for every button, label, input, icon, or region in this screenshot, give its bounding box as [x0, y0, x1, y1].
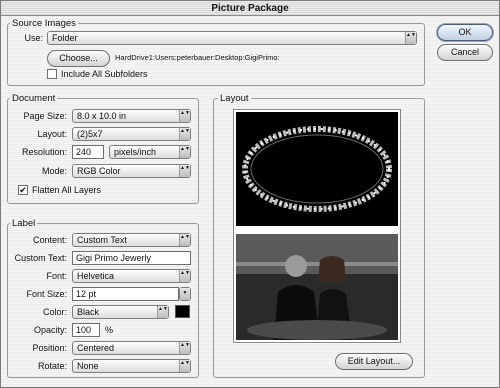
font-popup[interactable]: Helvetica ▲▼ [72, 269, 191, 283]
use-value: Folder [52, 33, 78, 43]
source-images-title: Source Images [10, 18, 78, 29]
rotate-label: Rotate: [37, 361, 67, 371]
flatten-layers-checkbox[interactable]: ✔ [18, 185, 28, 195]
rotate-popup[interactable]: None ▲▼ [72, 359, 191, 373]
position-popup[interactable]: Centered ▲▼ [72, 341, 191, 355]
position-label: Position: [32, 343, 67, 353]
popup-arrows-icon: ▲▼ [157, 306, 168, 318]
mode-value: RGB Color [77, 166, 121, 176]
content-value: Custom Text [77, 235, 127, 245]
font-label: Font: [46, 271, 67, 281]
opacity-unit: % [105, 325, 114, 335]
couple-photo [236, 234, 398, 340]
include-subfolders-checkbox[interactable] [47, 69, 57, 79]
document-title: Document [10, 93, 58, 104]
edit-layout-button[interactable]: Edit Layout... [335, 353, 413, 370]
flatten-layers-label: Flatten All Layers [32, 185, 102, 195]
custom-text-label: Custom Text: [14, 253, 67, 263]
window-title: Picture Package [1, 1, 499, 16]
cancel-button[interactable]: Cancel [437, 44, 493, 61]
choose-button[interactable]: Choose... [47, 50, 110, 67]
layout-popup[interactable]: (2)5x7 ▲▼ [72, 127, 191, 141]
content-popup[interactable]: Custom Text ▲▼ [72, 233, 191, 247]
layout-value: (2)5x7 [77, 129, 103, 139]
resolution-unit-value: pixels/inch [114, 147, 157, 157]
color-swatch[interactable] [175, 305, 190, 318]
opacity-label: Opacity: [33, 325, 67, 335]
opacity-field[interactable]: 100 [72, 323, 100, 337]
include-subfolders-label: Include All Subfolders [61, 69, 148, 79]
popup-arrows-icon: ▲▼ [179, 146, 190, 158]
resolution-unit-popup[interactable]: pixels/inch ▲▼ [109, 145, 191, 159]
page-size-label: Page Size: [23, 111, 67, 121]
necklace-photo [236, 112, 398, 226]
popup-arrows-icon: ▲▼ [179, 360, 190, 372]
use-popup[interactable]: Folder ▲▼ [47, 31, 417, 45]
color-popup[interactable]: Black ▲▼ [72, 305, 169, 319]
ok-button[interactable]: OK [437, 24, 493, 41]
popup-arrows-icon: ▲▼ [179, 270, 190, 282]
resolution-label: Resolution: [21, 147, 67, 157]
position-value: Centered [77, 343, 115, 353]
layout-preview-page[interactable] [233, 109, 401, 343]
color-label: Color: [42, 307, 67, 317]
label-title: Label [10, 218, 38, 229]
color-value: Black [77, 307, 100, 317]
font-size-dropdown[interactable]: ▼ [179, 287, 191, 301]
page-size-value: 8.0 x 10.0 in [77, 111, 127, 121]
popup-arrows-icon: ▲▼ [179, 110, 190, 122]
couple-image [236, 234, 398, 340]
necklace-image [242, 126, 392, 212]
popup-arrows-icon: ▲▼ [179, 234, 190, 246]
source-path: HardDrive1:Users:peterbauer:Desktop:Gigi… [115, 53, 280, 62]
chevron-down-icon: ▼ [180, 288, 190, 300]
popup-arrows-icon: ▲▼ [179, 128, 190, 140]
custom-text-field[interactable]: Gigi Primo Jewerly [72, 251, 191, 265]
popup-arrows-icon: ▲▼ [405, 32, 416, 44]
page-size-popup[interactable]: 8.0 x 10.0 in ▲▼ [72, 109, 191, 123]
popup-arrows-icon: ▲▼ [179, 165, 190, 177]
resolution-field[interactable]: 240 [72, 145, 104, 159]
popup-arrows-icon: ▲▼ [179, 342, 190, 354]
font-size-field[interactable]: 12 pt [72, 287, 179, 301]
font-size-label: Font Size: [26, 289, 67, 299]
layout-label: Layout: [37, 129, 67, 139]
font-value: Helvetica [77, 271, 115, 281]
mode-popup[interactable]: RGB Color ▲▼ [72, 164, 191, 178]
rotate-value: None [77, 361, 99, 371]
content-label: Content: [32, 235, 67, 245]
picture-package-dialog: Picture Package Source Images Use: Folde… [0, 0, 500, 388]
use-label: Use: [24, 33, 43, 43]
mode-label: Mode: [41, 166, 67, 176]
layout-title: Layout [218, 93, 251, 104]
